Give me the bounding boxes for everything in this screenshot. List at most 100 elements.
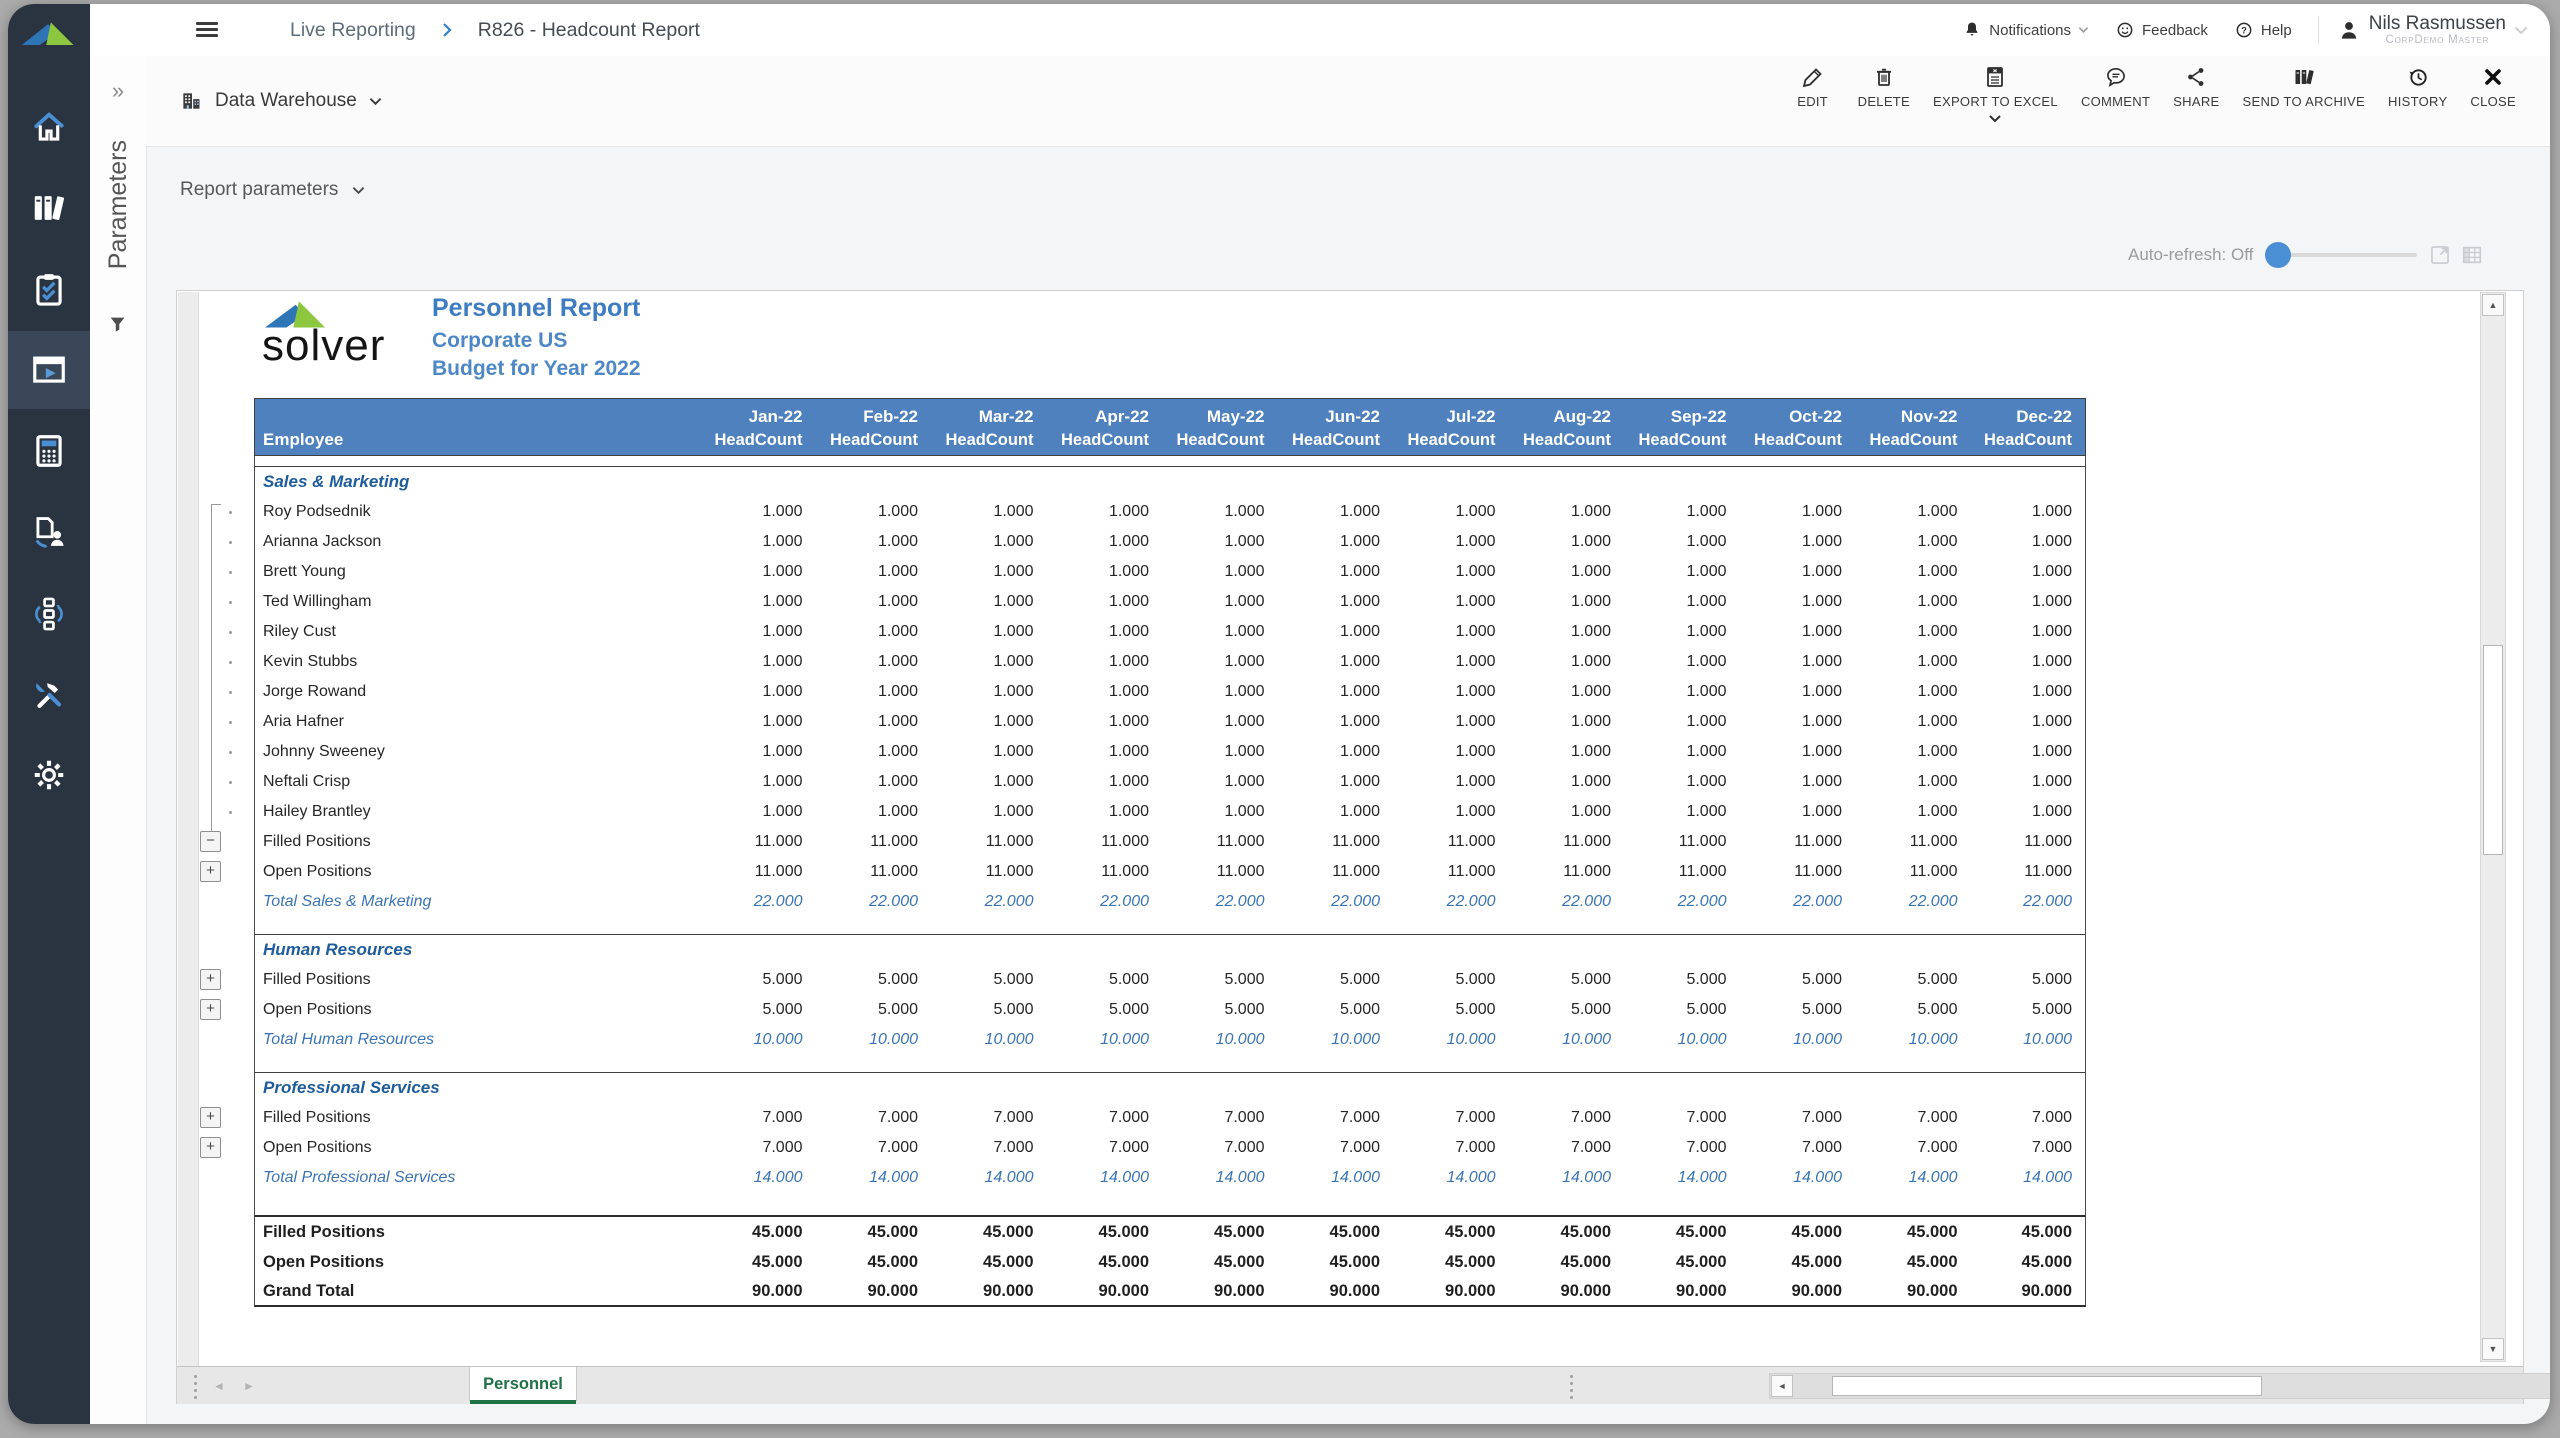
value-cell: 1.000 xyxy=(1047,737,1163,767)
value-cell: 1.000 xyxy=(1509,767,1625,797)
chevron-right-icon xyxy=(442,22,452,38)
grid-view-icon[interactable] xyxy=(2461,244,2483,266)
value-cell: 7.000 xyxy=(931,1133,1047,1163)
table-row-grand: Grand Total90.00090.00090.00090.00090.00… xyxy=(198,1277,2088,1307)
solver-logo-icon[interactable] xyxy=(8,12,90,58)
scroll-up-button[interactable]: ▲ xyxy=(2482,294,2504,316)
outline-gutter-cell xyxy=(198,707,254,737)
close-button[interactable]: CLOSE xyxy=(2466,65,2520,124)
sidebar-item-tasks[interactable] xyxy=(8,250,90,328)
horizontal-scrollbar[interactable]: ◄ ► xyxy=(1769,1373,2550,1399)
value-cell: 1.000 xyxy=(1162,557,1278,587)
row-label: Filled Positions xyxy=(254,965,700,995)
report-parameters-toggle[interactable]: Report parameters xyxy=(180,172,365,208)
value-cell: 22.000 xyxy=(1624,887,1740,917)
value-cell: 1.000 xyxy=(1855,557,1971,587)
sheet-nav-left-icon[interactable]: ◄ xyxy=(213,1367,225,1404)
sidebar-item-process[interactable] xyxy=(8,575,90,653)
table-row-employee: Johnny Sweeney1.0001.0001.0001.0001.0001… xyxy=(198,737,2088,767)
header-gap-cell xyxy=(1393,456,1509,467)
outline-gutter-cell xyxy=(198,1073,254,1103)
export-to-excel-button[interactable]: EXPORT TO EXCEL xyxy=(1929,65,2062,124)
value-cell: 1.000 xyxy=(1624,527,1740,557)
vertical-scrollbar-thumb[interactable] xyxy=(2483,645,2503,855)
value-cell: 1.000 xyxy=(1855,707,1971,737)
scroll-left-button[interactable]: ◄ xyxy=(1771,1375,1793,1397)
sidebar-item-budgeting[interactable] xyxy=(8,412,90,490)
hamburger-menu-icon[interactable] xyxy=(196,19,218,39)
sidebar-item-data-collection[interactable] xyxy=(8,493,90,571)
outline-expand-button[interactable]: + xyxy=(200,969,221,990)
outline-expand-button[interactable]: + xyxy=(200,861,221,882)
value-cell: 11.000 xyxy=(1509,827,1625,857)
data-source-selector[interactable]: Data Warehouse xyxy=(180,56,382,146)
send-to-archive-button[interactable]: SEND TO ARCHIVE xyxy=(2239,65,2370,124)
open-in-window-icon[interactable] xyxy=(2429,244,2451,266)
row-label: Human Resources xyxy=(254,935,700,965)
value-cell: 1.000 xyxy=(1047,587,1163,617)
value-cell: 1.000 xyxy=(816,647,932,677)
chevron-down-icon xyxy=(352,186,365,195)
value-cell: 45.000 xyxy=(700,1247,816,1277)
help-button[interactable]: ? Help xyxy=(2226,20,2300,40)
breadcrumb-live-reporting[interactable]: Live Reporting xyxy=(290,19,416,42)
comment-button[interactable]: COMMENT xyxy=(2077,65,2154,124)
history-button[interactable]: HISTORY xyxy=(2384,65,2451,124)
sidebar-item-archive[interactable] xyxy=(8,169,90,247)
slider-knob[interactable] xyxy=(2265,242,2291,268)
sidebar-item-tools[interactable] xyxy=(8,655,90,733)
vertical-scrollbar[interactable]: ▲ ▼ xyxy=(2480,292,2506,1362)
report-header: solver Personnel Report Corporate US Bud… xyxy=(198,292,2088,398)
value-cell: 7.000 xyxy=(1740,1103,1856,1133)
value-cell xyxy=(1162,1073,1278,1103)
value-cell: 1.000 xyxy=(1624,557,1740,587)
outline-gutter-cell xyxy=(198,527,254,557)
outline-gutter-cell xyxy=(198,1247,254,1277)
table-row-divider xyxy=(198,917,2088,935)
horizontal-scrollbar-thumb[interactable] xyxy=(1832,1376,2262,1396)
filter-funnel-icon[interactable] xyxy=(90,314,146,336)
value-cell: 1.000 xyxy=(1971,767,2087,797)
value-cell: 1.000 xyxy=(1624,707,1740,737)
value-cell: 11.000 xyxy=(1624,857,1740,887)
sidebar-item-home[interactable] xyxy=(8,88,90,166)
edit-button[interactable]: EDIT xyxy=(1787,65,1839,124)
scroll-down-button[interactable]: ▼ xyxy=(2482,1338,2504,1360)
value-cell: 5.000 xyxy=(1393,965,1509,995)
outline-gutter-cell xyxy=(198,1025,254,1055)
outline-collapse-button[interactable]: − xyxy=(200,831,221,852)
row-label: Filled Positions xyxy=(254,1217,700,1247)
value-cell: 45.000 xyxy=(1509,1247,1625,1277)
share-icon xyxy=(2184,65,2208,89)
feedback-button[interactable]: Feedback xyxy=(2107,20,2216,40)
outline-expand-button[interactable]: + xyxy=(200,1107,221,1128)
sidebar-item-settings[interactable] xyxy=(8,736,90,814)
value-cell: 1.000 xyxy=(1393,557,1509,587)
share-button[interactable]: SHARE xyxy=(2169,65,2223,124)
sheet-nav-right-icon[interactable]: ► xyxy=(243,1367,255,1404)
section-divider xyxy=(254,1055,2086,1073)
value-cell: 1.000 xyxy=(1162,767,1278,797)
delete-button[interactable]: DELETE xyxy=(1854,65,1914,124)
value-cell: 1.000 xyxy=(1393,527,1509,557)
sidebar-item-reporting[interactable] xyxy=(8,331,90,409)
table-header-gap xyxy=(198,456,2088,467)
outline-expand-button[interactable]: + xyxy=(200,1137,221,1158)
value-cell: 1.000 xyxy=(1278,647,1394,677)
scroll-splitter-handle[interactable] xyxy=(1569,1375,1573,1399)
value-cell: 22.000 xyxy=(1740,887,1856,917)
value-cell: 11.000 xyxy=(700,857,816,887)
outline-expand-button[interactable]: + xyxy=(200,999,221,1020)
panel-expand-icon[interactable]: » xyxy=(90,78,146,104)
tab-splitter-handle[interactable] xyxy=(193,1375,197,1399)
sheet-tab-personnel[interactable]: Personnel xyxy=(469,1367,577,1401)
user-menu[interactable]: Nils Rasmussen CorpDemo Master xyxy=(2337,14,2528,46)
auto-refresh-slider[interactable] xyxy=(2265,242,2417,268)
value-cell: 1.000 xyxy=(1624,587,1740,617)
outline-gutter-cell xyxy=(198,1277,254,1307)
value-cell: 1.000 xyxy=(1278,617,1394,647)
value-cell: 11.000 xyxy=(1278,857,1394,887)
outline-gutter-cell xyxy=(198,767,254,797)
notifications-button[interactable]: Notifications xyxy=(1954,20,2097,40)
value-cell: 1.000 xyxy=(816,527,932,557)
